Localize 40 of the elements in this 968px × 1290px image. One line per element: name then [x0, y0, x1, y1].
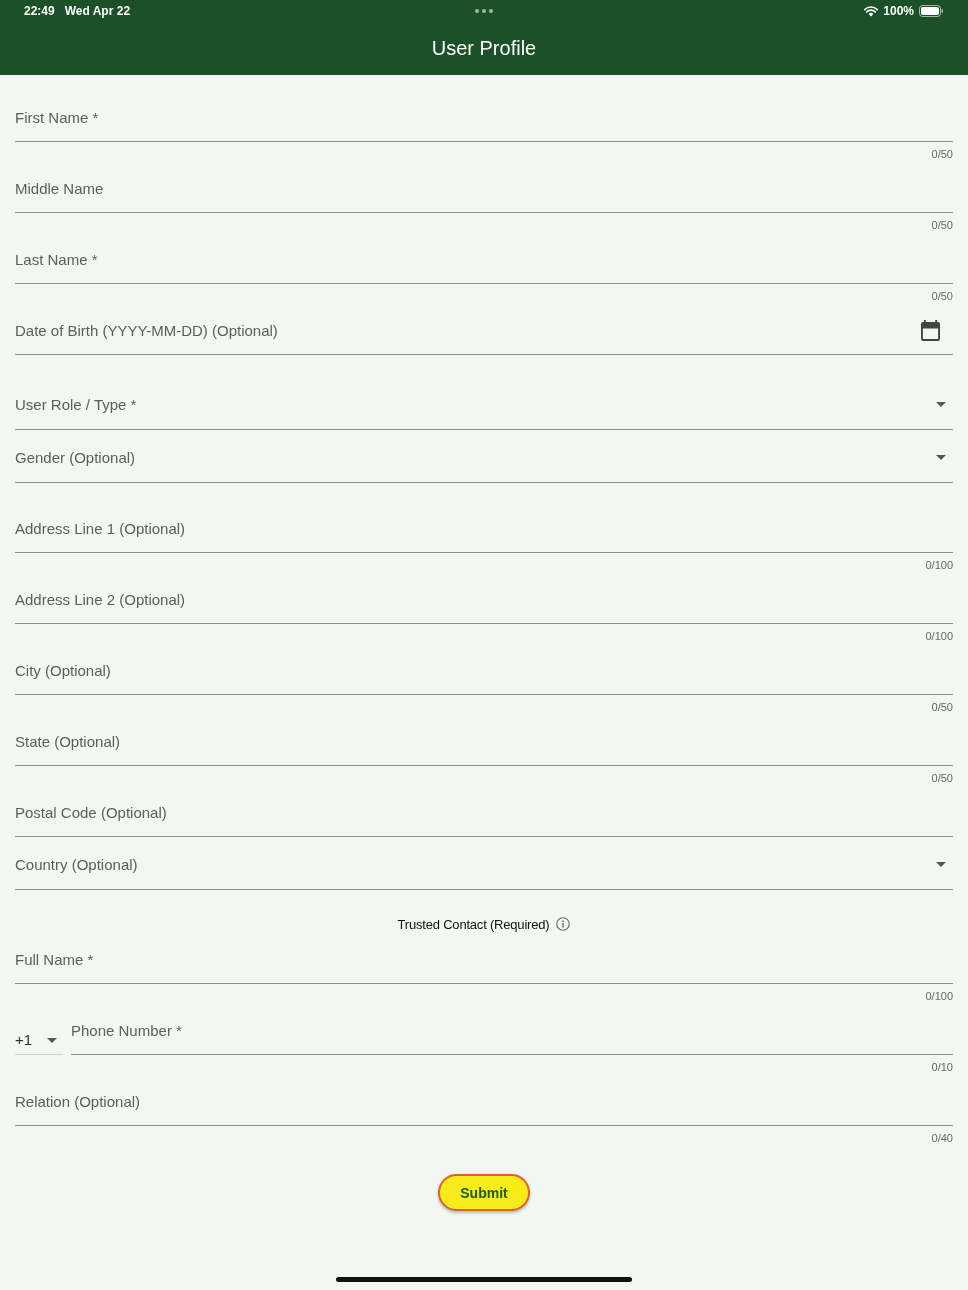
text-field[interactable]: Address Line 1 (Optional): [15, 505, 953, 553]
caret-icon: [936, 402, 946, 407]
text-field[interactable]: First Name *: [15, 94, 953, 142]
character-counter: 0/50: [931, 771, 953, 784]
status-date: Wed Apr 22: [64, 4, 131, 18]
text-field[interactable]: Relation (Optional): [15, 1078, 953, 1126]
text-field[interactable]: Middle Name: [15, 165, 953, 213]
text-field[interactable]: Last Name *: [15, 236, 953, 284]
character-counter: 0/100: [925, 629, 953, 642]
phone-field[interactable]: Phone Number *: [71, 1007, 953, 1055]
text-field[interactable]: City (Optional): [15, 647, 953, 695]
caret-icon: [936, 455, 946, 460]
character-counter: 0/100: [925, 558, 953, 571]
dots-icon[interactable]: [474, 9, 493, 13]
caret-icon: [936, 862, 946, 867]
text-field[interactable]: Full Name *: [15, 936, 953, 984]
caret-icon: [47, 1038, 57, 1043]
section-title: Trusted Contact (Required): [397, 916, 550, 932]
character-counter: 0/50: [931, 218, 953, 231]
text-field[interactable]: State (Optional): [15, 718, 953, 766]
character-counter: 0/50: [931, 700, 953, 713]
info-icon[interactable]: [556, 917, 571, 931]
dropdown-field[interactable]: User Role / Type *: [15, 377, 953, 430]
battery-icon: [919, 5, 943, 17]
battery-percentage: 100%: [883, 4, 914, 18]
country-code-dropdown[interactable]: +1: [15, 1007, 63, 1055]
wifi-icon: [864, 5, 879, 17]
character-counter: 0/50: [931, 147, 953, 160]
screen-title: User Profile: [431, 37, 537, 60]
dropdown-field[interactable]: Gender (Optional): [15, 430, 953, 483]
status-time: 22:49: [24, 4, 55, 18]
dropdown-field[interactable]: Country (Optional): [15, 837, 953, 890]
character-counter: 0/40: [931, 1131, 953, 1144]
text-field[interactable]: Postal Code (Optional): [15, 789, 953, 837]
submit-button[interactable]: Submit: [438, 1174, 530, 1211]
calendar-icon[interactable]: [921, 320, 940, 341]
character-counter: 0/50: [931, 289, 953, 302]
character-counter: 0/10: [931, 1060, 953, 1073]
text-field[interactable]: Address Line 2 (Optional): [15, 576, 953, 624]
character-counter: 0/100: [925, 989, 953, 1002]
